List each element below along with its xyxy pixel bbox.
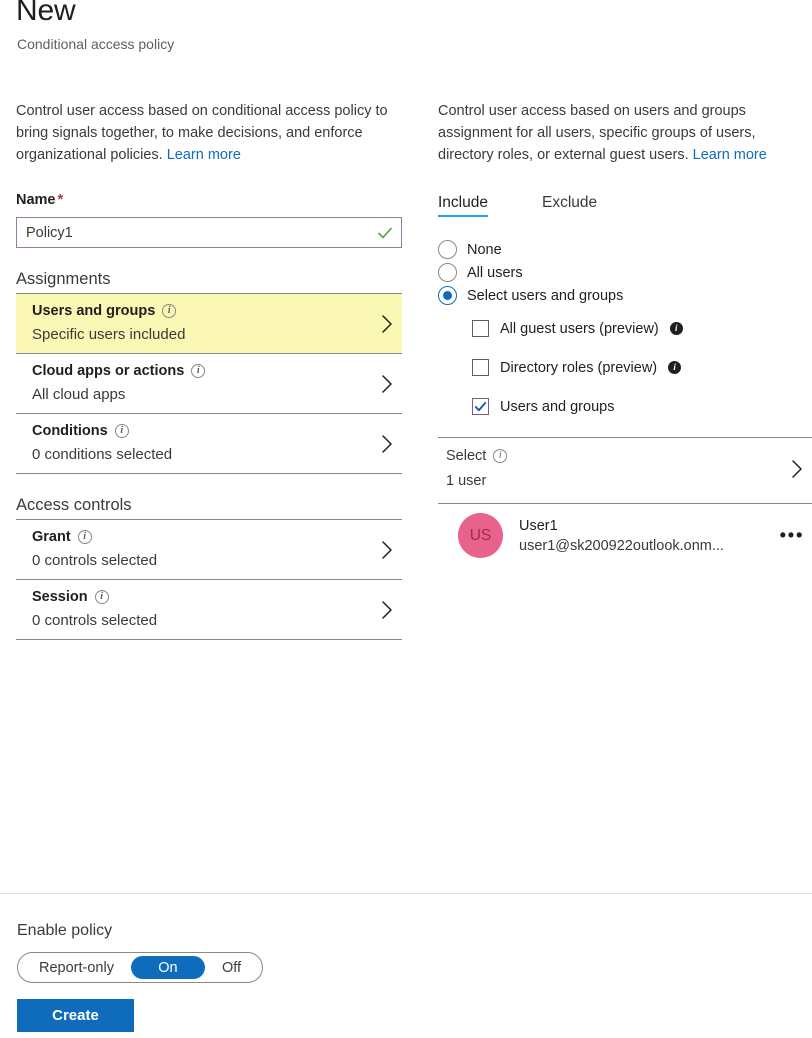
scope-radio-group: None All users Select users and groups <box>438 238 812 307</box>
create-button[interactable]: Create <box>17 999 134 1032</box>
row-subtitle: 0 controls selected <box>32 552 158 569</box>
info-icon[interactable]: i <box>162 304 177 318</box>
page-subtitle: Conditional access policy <box>17 36 175 52</box>
checkbox-box-icon <box>472 359 489 376</box>
page-title: New <box>16 0 76 27</box>
row-subtitle: Specific users included <box>32 326 186 343</box>
info-icon[interactable]: i <box>191 364 206 378</box>
enable-policy-label: Enable policy <box>17 922 113 939</box>
row-cloud-apps-or-actions[interactable]: Cloud apps or actions i All cloud apps <box>16 354 402 413</box>
info-icon[interactable]: i <box>94 590 109 604</box>
more-options-icon[interactable]: ••• <box>780 526 804 545</box>
scope-checkbox-group: All guest users (preview) i Directory ro… <box>438 320 812 415</box>
radio-none[interactable]: None <box>438 238 812 261</box>
right-intro-text: Control user access based on users and g… <box>438 100 812 166</box>
radio-circle-icon <box>438 263 457 282</box>
access-controls-heading: Access controls <box>16 496 132 514</box>
segment-report-only[interactable]: Report-only <box>22 956 131 979</box>
include-exclude-tabs: Include Exclude <box>438 194 812 217</box>
info-icon[interactable]: i <box>114 424 129 438</box>
info-icon[interactable]: i <box>669 322 683 335</box>
chevron-right-icon <box>382 374 392 393</box>
segment-on[interactable]: On <box>130 956 205 979</box>
radio-label: None <box>467 241 502 258</box>
checkmark-icon <box>474 402 487 412</box>
user-display-name: User1 <box>519 517 558 534</box>
checkbox-users-and-groups[interactable]: Users and groups <box>472 398 812 415</box>
checkbox-label: Directory roles (preview) <box>500 359 658 376</box>
info-icon[interactable]: i <box>668 361 682 374</box>
footer: Enable policy Report-only On Off Create <box>17 922 264 1032</box>
radio-label: Select users and groups <box>467 287 624 304</box>
segment-off[interactable]: Off <box>205 956 258 979</box>
row-title: Cloud apps or actions i <box>32 363 368 379</box>
radio-select-users-and-groups[interactable]: Select users and groups <box>438 284 812 307</box>
radio-circle-icon <box>438 240 457 259</box>
enable-policy-toggle: Report-only On Off <box>17 952 264 983</box>
row-grant[interactable]: Grant i 0 controls selected <box>16 520 402 579</box>
chevron-right-icon <box>792 459 802 478</box>
assignments-heading: Assignments <box>16 270 111 288</box>
tab-exclude[interactable]: Exclude <box>542 194 597 217</box>
row-title: Grant i <box>32 529 368 545</box>
name-label-text: Name <box>16 192 56 208</box>
select-row-title-text: Select <box>446 448 487 464</box>
left-learn-more-link[interactable]: Learn more <box>167 147 241 163</box>
chevron-right-icon <box>382 434 392 453</box>
right-column: Control user access based on users and g… <box>438 100 812 567</box>
tab-include[interactable]: Include <box>438 194 488 217</box>
info-icon[interactable]: i <box>493 449 508 463</box>
required-asterisk: * <box>57 192 64 208</box>
conditional-access-policy-page: New Conditional access policy Control us… <box>0 0 812 1038</box>
name-input-wrapper[interactable] <box>16 217 402 248</box>
checkbox-label: Users and groups <box>500 398 615 415</box>
chevron-right-icon <box>382 540 392 559</box>
name-field-label: Name * <box>16 192 402 208</box>
divider <box>16 473 402 474</box>
row-subtitle: 0 conditions selected <box>32 446 173 463</box>
avatar: US <box>458 513 503 558</box>
left-column: Control user access based on conditional… <box>16 100 402 640</box>
info-icon[interactable]: i <box>77 530 92 544</box>
checkbox-all-guest-users[interactable]: All guest users (preview) i <box>472 320 812 337</box>
left-intro-text: Control user access based on conditional… <box>16 100 402 166</box>
row-title: Users and groups i <box>32 303 368 319</box>
checkbox-checked-icon <box>472 398 489 415</box>
row-title: Session i <box>32 589 368 605</box>
row-title-text: Grant <box>32 529 71 545</box>
select-row-subtitle: 1 user <box>446 473 487 489</box>
row-title-text: Session <box>32 589 88 605</box>
valid-check-icon <box>378 227 392 238</box>
row-title-text: Conditions <box>32 423 108 439</box>
select-row-title: Select i <box>446 448 778 464</box>
checkbox-box-icon <box>472 320 489 337</box>
footer-divider <box>0 893 812 894</box>
row-title-text: Cloud apps or actions <box>32 363 185 379</box>
radio-all-users[interactable]: All users <box>438 261 812 284</box>
right-learn-more-link[interactable]: Learn more <box>693 147 767 163</box>
chevron-right-icon <box>382 314 392 333</box>
row-users-and-groups[interactable]: Users and groups i Specific users includ… <box>16 294 402 353</box>
radio-label: All users <box>467 264 523 281</box>
row-subtitle: 0 controls selected <box>32 612 158 629</box>
list-item-user[interactable]: US User1 user1@sk200922outlook.onm... ••… <box>438 504 812 567</box>
name-input[interactable] <box>17 218 401 247</box>
chevron-right-icon <box>382 600 392 619</box>
row-subtitle: All cloud apps <box>32 386 126 403</box>
user-details: User1 user1@sk200922outlook.onm... <box>519 518 724 554</box>
checkbox-directory-roles[interactable]: Directory roles (preview) i <box>472 359 812 376</box>
row-session[interactable]: Session i 0 controls selected <box>16 580 402 639</box>
row-title-text: Users and groups <box>32 303 156 319</box>
row-conditions[interactable]: Conditions i 0 conditions selected <box>16 414 402 473</box>
user-email: user1@sk200922outlook.onm... <box>519 537 724 554</box>
checkbox-label: All guest users (preview) <box>500 320 659 337</box>
row-select[interactable]: Select i 1 user <box>438 438 812 499</box>
row-title: Conditions i <box>32 423 368 439</box>
divider <box>16 639 402 640</box>
radio-circle-selected-icon <box>438 286 457 305</box>
